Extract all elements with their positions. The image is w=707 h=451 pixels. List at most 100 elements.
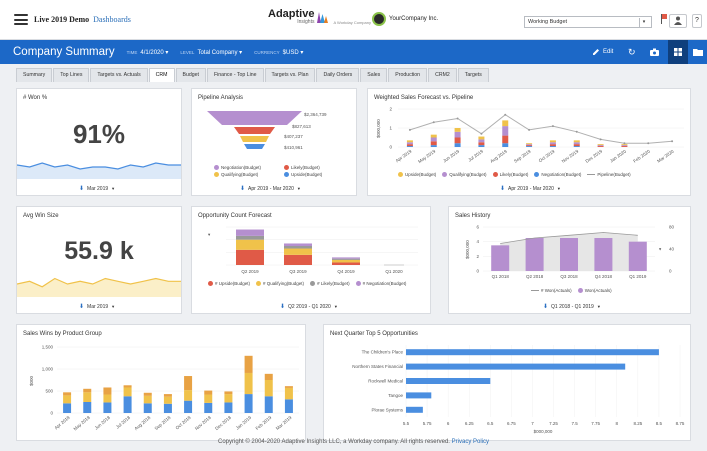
legend-item: # Qualifying(Budget): [256, 280, 304, 287]
legend-label: Negotiation(Budget): [221, 165, 262, 170]
won-period-filter[interactable]: ⬇ Mar 2019 ▼: [79, 185, 115, 193]
tab-targets[interactable]: Targets: [457, 68, 489, 82]
winsize-sparkline: [17, 277, 181, 297]
grid-view-icon[interactable]: [668, 40, 688, 64]
weighted-period-filter[interactable]: ⬇ Apr 2019 - Mar 2020 ▼: [500, 185, 561, 193]
tab-budget[interactable]: Budget: [175, 68, 206, 82]
funnel-label-0: $2,364,739: [304, 112, 327, 117]
privacy-policy-link[interactable]: Privacy Policy: [452, 439, 489, 445]
help-icon[interactable]: ?: [692, 14, 702, 28]
tab-crm2[interactable]: CRM2: [428, 68, 457, 82]
refresh-icon[interactable]: ↻: [628, 46, 636, 58]
bar: [406, 363, 626, 370]
bar-segment: [621, 144, 628, 146]
pipeline-point: [575, 130, 578, 133]
tab-targets-vs-plan[interactable]: Targets vs. Plan: [264, 68, 316, 82]
dashboards-link[interactable]: Dashboards: [93, 15, 131, 24]
level-filter[interactable]: LEVEL Total Company ▾: [180, 49, 242, 56]
legend-dot: [492, 172, 498, 177]
pipeline-point: [647, 142, 650, 145]
brand-name: Adaptive: [268, 8, 315, 20]
x-tick-label: 8.5: [656, 421, 663, 426]
camera-icon[interactable]: [650, 46, 659, 58]
funnel-upside: [244, 144, 265, 149]
legend-dot: [442, 172, 448, 177]
x-tick-label: 7: [531, 421, 534, 426]
bar-segment: [63, 395, 72, 404]
pipeline-period-filter[interactable]: ⬇ Apr 2019 - Mar 2020 ▼: [240, 185, 301, 193]
bar-segment: [264, 380, 273, 397]
funnel-label-1: $827,613: [292, 124, 311, 129]
tab-top-lines[interactable]: Top Lines: [53, 68, 90, 82]
legend-label: Upside(Budget): [291, 172, 323, 177]
chevron-down-icon: ▼: [111, 304, 116, 309]
budget-select[interactable]: Working Budget ▾: [524, 16, 652, 28]
panel-sales-wins: Sales Wins by Product Group 0 500 1,000 1,5…: [16, 324, 306, 441]
pin-icon: ⬇: [543, 304, 549, 310]
legend-line: [587, 174, 596, 175]
tab-crm[interactable]: CRM: [148, 68, 175, 82]
tab-sales[interactable]: Sales: [360, 68, 388, 82]
bar-segment: [454, 137, 461, 144]
opportunity-legend: # Upside(Budget) # Qualifying(Budget) # …: [208, 280, 418, 287]
legend-item: Pipeline(Budget): [587, 171, 631, 178]
bar-segment: [454, 131, 461, 138]
pipeline-line: [409, 114, 673, 144]
legend-dot: [284, 172, 289, 177]
x-tick-label: Jun 2018: [94, 415, 112, 431]
legend-item: # Likely(Budget): [310, 280, 350, 287]
history-period-filter[interactable]: ⬇ Q1 2018 - Q1 2019 ▼: [543, 303, 601, 311]
y-tick-label: 0: [389, 145, 392, 150]
weighted-period-label: Apr 2019 - Mar 2020: [508, 185, 554, 192]
bar: [525, 238, 544, 271]
chevron-down-icon[interactable]: ▾: [639, 17, 648, 27]
pipeline-funnel: $2,364,739 $827,613 $407,237 $410,961: [207, 111, 327, 150]
time-filter[interactable]: TIME 4/1/2020 ▾: [127, 49, 169, 56]
bar-segment: [549, 144, 556, 147]
brand-workday: A Workday Company: [333, 19, 371, 25]
footer-text: Copyright © 2004-2020 Adaptive Insights …: [217, 439, 450, 445]
bar: [491, 245, 510, 271]
x-tick-label: Aug 2019: [489, 148, 508, 163]
bar-segment: [123, 396, 132, 413]
y2-tick-label: 0: [669, 269, 672, 274]
panel-opportunity-count: Opportunity Count Forecast ▾ Q2 2019 Q3 20…: [191, 206, 431, 314]
currency-filter[interactable]: CURRENCY $USD ▾: [254, 49, 303, 56]
user-icon[interactable]: [669, 14, 687, 28]
legend-item: # Upside(Budget): [208, 280, 250, 287]
bar-segment: [284, 386, 293, 388]
y-category-label: Plorae Systems: [371, 407, 403, 412]
tab-daily-orders[interactable]: Daily Orders: [316, 68, 360, 82]
bar-segment: [621, 146, 628, 147]
menu-icon[interactable]: [14, 14, 28, 25]
bar: [406, 392, 432, 399]
bar-segment: [284, 399, 293, 413]
x-tick-label: Jun 2019: [442, 148, 460, 163]
y-axis-label: $000,000: [465, 240, 470, 259]
x-tick-label: Jan 2020: [609, 148, 627, 163]
tab-finance-top-line[interactable]: Finance - Top Line: [206, 68, 264, 82]
legend-item: Upside(Budget): [398, 171, 436, 178]
bar-segment: [332, 257, 360, 259]
x-tick-label: Dec 2019: [585, 148, 604, 163]
tab-summary[interactable]: Summary: [16, 68, 53, 82]
y-category-label: Tangoe: [388, 393, 403, 398]
panel-pipeline-analysis: Pipeline Analysis $2,364,739 $827,613 $4…: [191, 88, 357, 196]
tab-targets-vs-actuals[interactable]: Targets vs. Actuals: [90, 68, 148, 82]
legend-item: # Negotiation(Budget): [355, 280, 406, 287]
winsize-period-filter[interactable]: ⬇ Mar 2019 ▼: [79, 303, 116, 311]
bar-segment: [430, 141, 437, 146]
folder-icon[interactable]: [688, 40, 707, 64]
legend-label: # Qualifying(Budget): [263, 281, 305, 286]
bar-segment: [83, 388, 92, 393]
x-tick-label: Feb 2019: [255, 415, 273, 431]
funnel-likely: [234, 127, 275, 134]
x-tick-label: Q1 2018: [492, 274, 510, 279]
x-tick-label: Sep 2019: [513, 148, 532, 163]
opportunity-period-filter[interactable]: ⬇ Q2 2019 - Q1 2020 ▼: [280, 303, 338, 311]
y-category-label: The Children's Place: [362, 350, 404, 355]
edit-button[interactable]: Edit: [592, 46, 613, 58]
tab-production[interactable]: Production: [388, 68, 428, 82]
x-tick-label: Jan 2019: [235, 415, 253, 431]
y-category-label: Northern States Financial: [352, 364, 403, 369]
